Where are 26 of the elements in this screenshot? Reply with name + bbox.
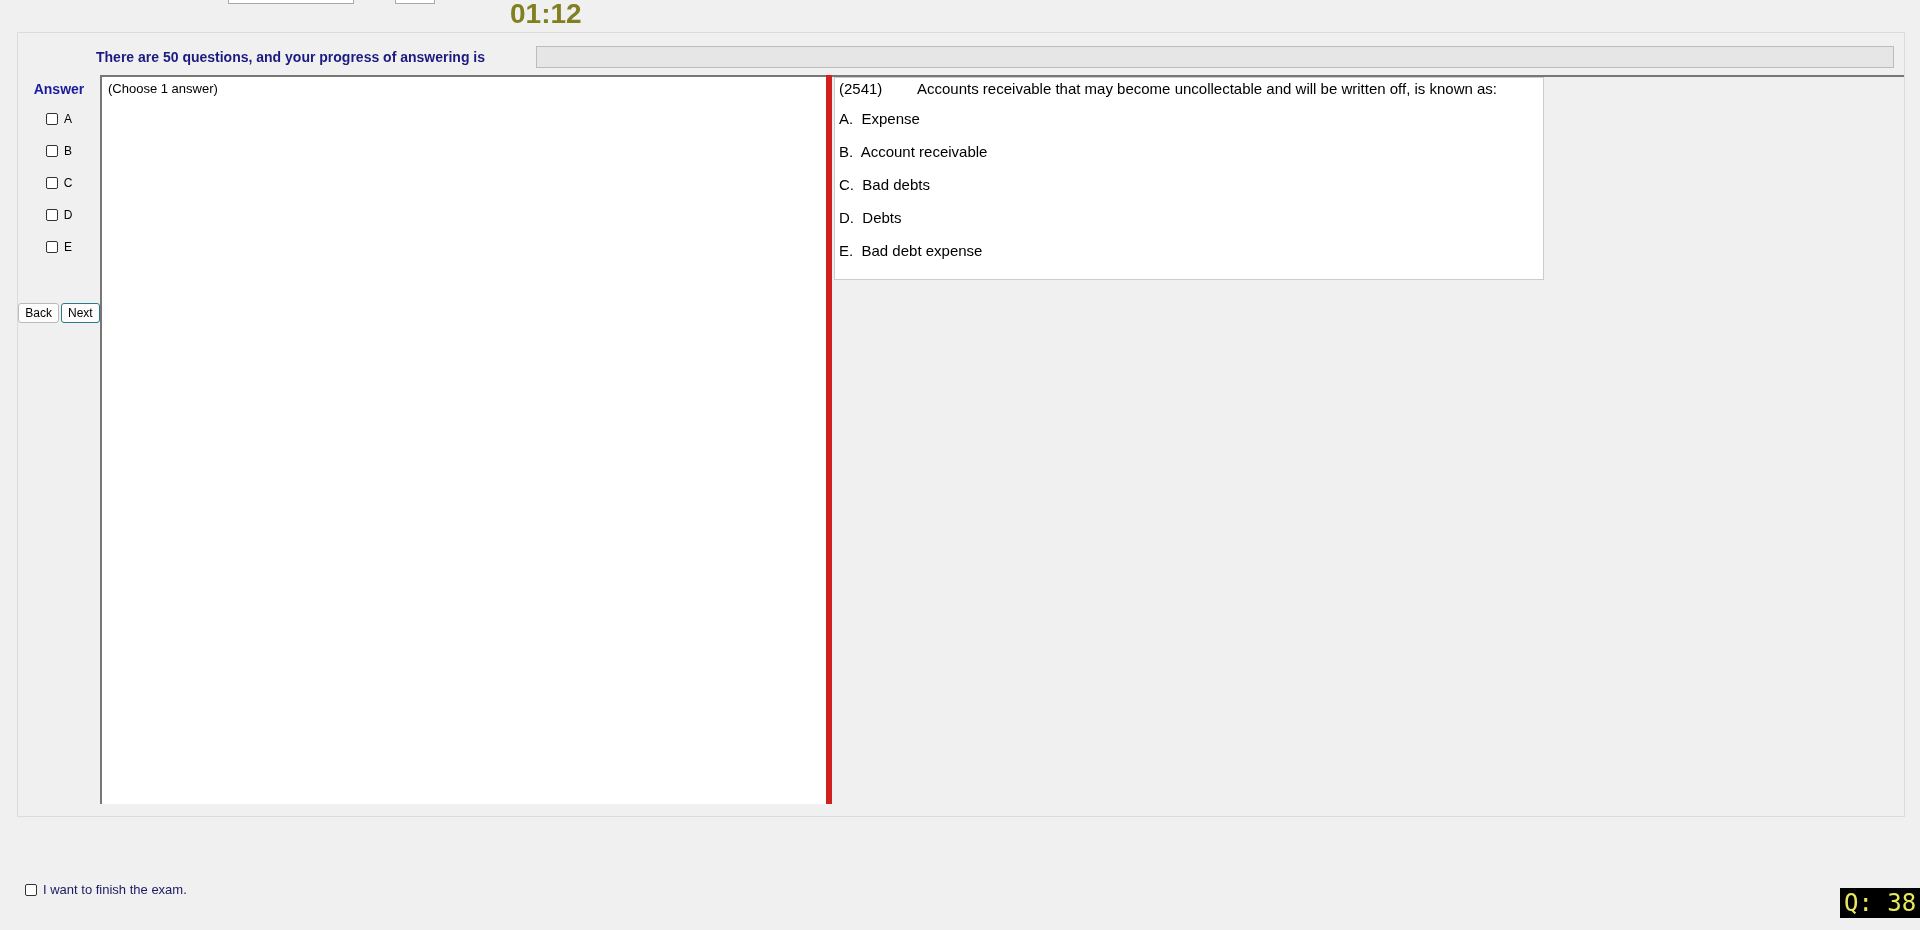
answer-checkbox[interactable] [46, 241, 58, 253]
finish-checkbox[interactable] [25, 883, 37, 896]
question-counter: Q: 38 [1840, 888, 1920, 918]
option-label: C [63, 176, 73, 190]
choice-text: C. Bad debts [839, 176, 930, 193]
option-label: B [64, 144, 72, 158]
progress-label: There are 50 questions, and your progress of answering is [96, 49, 486, 65]
question-text: Accounts receivable that may become uncollectable and will be written off, is known as: [917, 80, 1498, 99]
choice-text: D. Debts [839, 209, 902, 226]
answer-checkbox[interactable] [45, 209, 58, 221]
finish-label: I want to finish the exam. [43, 882, 187, 897]
answer-heading: Answer [33, 81, 85, 97]
back-button[interactable]: Back [18, 303, 59, 323]
question-number: (2541) [839, 80, 884, 99]
choice-text: A. Expense [839, 110, 920, 127]
option-label: D [63, 208, 73, 222]
answer-hint: (Choose 1 answer) [108, 81, 218, 96]
option-label: A [64, 112, 72, 126]
next-button[interactable]: Next [61, 303, 100, 323]
choice-text: E. Bad debt expense [839, 242, 983, 259]
choice-text: B. Account receivable [839, 143, 988, 160]
answer-checkbox[interactable] [46, 113, 58, 125]
answer-checkbox[interactable] [45, 177, 58, 189]
answer-checkbox[interactable] [46, 145, 58, 157]
timer: 01:12 [510, 0, 582, 28]
option-label: E [64, 240, 72, 254]
